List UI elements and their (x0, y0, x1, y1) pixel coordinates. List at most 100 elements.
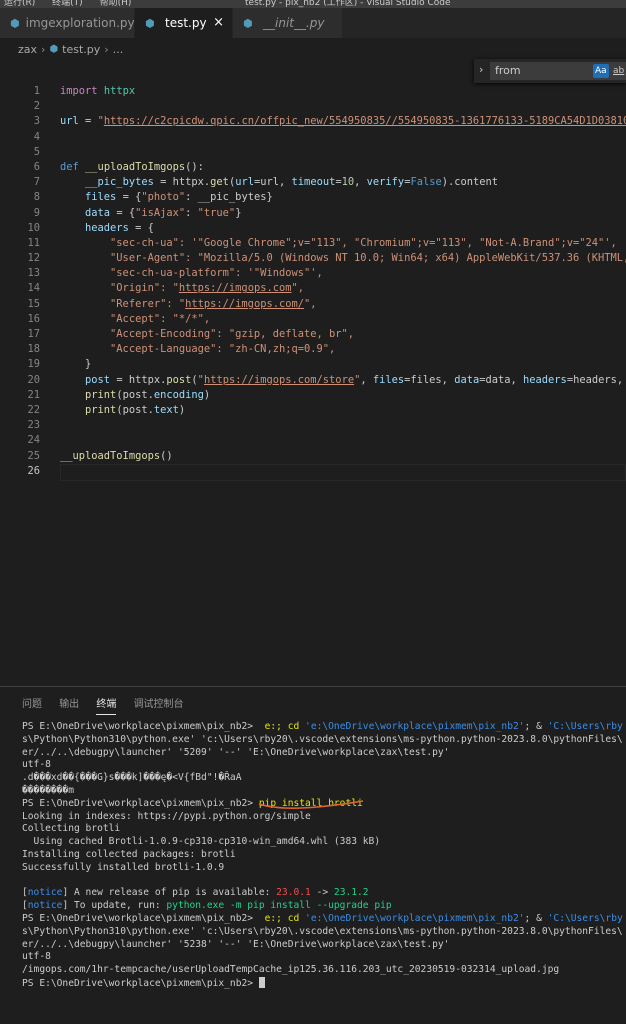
line-number: 9 (0, 206, 40, 221)
breadcrumb-more[interactable]: ... (113, 43, 124, 56)
code-line: 6 def __uploadToImgops(): (0, 160, 626, 175)
breadcrumb-folder[interactable]: zax (18, 43, 37, 56)
code-token: 10 (342, 176, 355, 188)
menu-run[interactable]: 运行(R) (4, 0, 35, 8)
code-token: "true" (198, 207, 236, 219)
line-number: 11 (0, 236, 40, 251)
code-token: = { (116, 191, 141, 203)
code-token: 'e:\OneDrive\workplace\pixmem\pix_nb2' (305, 913, 525, 924)
code-link[interactable]: https://c2cpicdw.qpic.cn/offpic_new/5549… (104, 115, 626, 127)
python-file-icon: ⬢ (49, 44, 58, 55)
code-token: "Accept-Language": "zh-CN,zh;q=0.9", (110, 343, 335, 355)
code-token: ", (304, 298, 317, 310)
find-widget: › from Aa ab (474, 59, 626, 83)
tab-label: __init__.py (263, 16, 325, 30)
code-token: "Accept": "*/*", (110, 313, 210, 325)
code-link[interactable]: https://imgops.com (179, 282, 292, 294)
tab-init[interactable]: ⬢ __init__.py (233, 8, 343, 38)
tab-debug-console[interactable]: 调试控制台 (134, 699, 184, 714)
terminal[interactable]: PS E:\OneDrive\workplace\pixmem\pix_nb2>… (22, 721, 626, 990)
terminal-line: er/../..\debugpy\launcher' '5209' '--' '… (22, 747, 626, 760)
line-number: 21 (0, 388, 40, 403)
code-line: 10 headers = { (0, 221, 626, 236)
code-token: (post. (116, 404, 154, 416)
code-token: text (154, 404, 179, 416)
terminal-link[interactable]: /imgops.com/1hr-tempcache/userUploadTemp… (22, 964, 626, 977)
line-number: 19 (0, 357, 40, 372)
line-number: 2 (0, 99, 40, 114)
terminal-line: Installing collected packages: brotli (22, 849, 626, 862)
code-token: get (210, 176, 229, 188)
code-token: e:; (253, 913, 288, 924)
tab-output[interactable]: 输出 (59, 699, 79, 714)
line-number: 13 (0, 266, 40, 281)
code-token: notice (28, 887, 63, 898)
match-case-toggle[interactable]: Aa (593, 64, 609, 78)
menu-terminal[interactable]: 终端(T) (52, 0, 83, 8)
code-token: "sec-ch-ua-platform": '"Windows"', (110, 267, 323, 279)
line-number: 14 (0, 281, 40, 296)
editor-tab-bar: ⬢ imgexploration.py ⬢ test.py × ⬢ __init… (0, 8, 626, 38)
line-number: 26 (0, 464, 40, 479)
code-token: files (373, 374, 404, 386)
code-line-current: 26 (0, 464, 626, 479)
code-token: ] To update, run: (62, 900, 166, 911)
terminal-line: PS E:\OneDrive\workplace\pixmem\pix_nb2>… (22, 913, 626, 926)
code-token: "User-Agent": "Mozilla/5.0 (Windows NT 1… (110, 252, 626, 264)
code-token: cd (288, 721, 300, 732)
code-token: data (454, 374, 479, 386)
breadcrumb-file[interactable]: test.py (62, 43, 100, 56)
code-line: 8 files = {"photo": __pic_bytes} (0, 190, 626, 205)
terminal-line: s\Python\Python310\python.exe' 'c:\Users… (22, 734, 626, 747)
code-token: ) (179, 404, 185, 416)
code-line: 12 "User-Agent": "Mozilla/5.0 (Windows N… (0, 251, 626, 266)
close-icon[interactable]: × (213, 15, 224, 30)
line-number: 15 (0, 297, 40, 312)
line-number: 20 (0, 373, 40, 388)
code-token: } (85, 358, 91, 370)
code-token: , (360, 374, 373, 386)
code-token: url (235, 176, 254, 188)
code-token: PS E:\OneDrive\workplace\pixmem\pix_nb2> (22, 978, 259, 989)
code-token: = (79, 115, 98, 127)
menu-help[interactable]: 帮助(H) (100, 0, 132, 8)
terminal-line: ��������m (22, 785, 626, 798)
line-number: 7 (0, 175, 40, 190)
code-token: , (354, 176, 367, 188)
tab-imgexploration[interactable]: ⬢ imgexploration.py (0, 8, 135, 38)
tab-test[interactable]: ⬢ test.py × (135, 8, 233, 38)
panel-tabs: 问题 输出 终端 调试控制台 (22, 695, 198, 710)
code-link[interactable]: https://imgops.com/store (204, 374, 354, 386)
code-line: 16 "Accept": "*/*", (0, 312, 626, 327)
code-token: 'C:\Users\rby (548, 721, 623, 732)
line-number: 16 (0, 312, 40, 327)
code-token: 'C:\Users\rby (548, 913, 623, 924)
terminal-line: er/../..\debugpy\launcher' '5238' '--' '… (22, 939, 626, 952)
code-token: "Accept-Encoding": "gzip, deflate, br", (110, 328, 354, 340)
code-link[interactable]: https://imgops.com/ (185, 298, 304, 310)
tab-problems[interactable]: 问题 (22, 699, 42, 714)
code-token: } (235, 207, 241, 219)
line-number: 5 (0, 145, 40, 160)
terminal-line: Collecting brotli (22, 823, 626, 836)
whole-word-toggle[interactable]: ab (611, 64, 626, 78)
tab-terminal[interactable]: 终端 (96, 699, 116, 715)
code-line: 3 url = "https://c2cpicdw.qpic.cn/offpic_… (0, 114, 626, 129)
code-token: 23.0.1 (276, 887, 311, 898)
code-line: 25 __uploadToImgops() (0, 449, 626, 464)
code-token: () (160, 450, 173, 462)
line-number: 6 (0, 160, 40, 175)
code-editor[interactable]: 1 import httpx 2 3 url = "https://c2cpicdw… (0, 84, 626, 479)
code-token: verify (367, 176, 405, 188)
code-token: = httpx. (154, 176, 210, 188)
code-token: ; & (525, 913, 548, 924)
line-number: 10 (0, 221, 40, 236)
line-number: 17 (0, 327, 40, 342)
tab-label: test.py (165, 16, 207, 30)
code-token: 'e:\OneDrive\workplace\pixmem\pix_nb2' (305, 721, 525, 732)
code-line: 18 "Accept-Language": "zh-CN,zh;q=0.9", (0, 342, 626, 357)
code-token: headers (523, 374, 567, 386)
chevron-right-icon[interactable]: › (479, 63, 483, 76)
code-line: 22 print(post.text) (0, 403, 626, 418)
terminal-line: utf-8 (22, 759, 626, 772)
